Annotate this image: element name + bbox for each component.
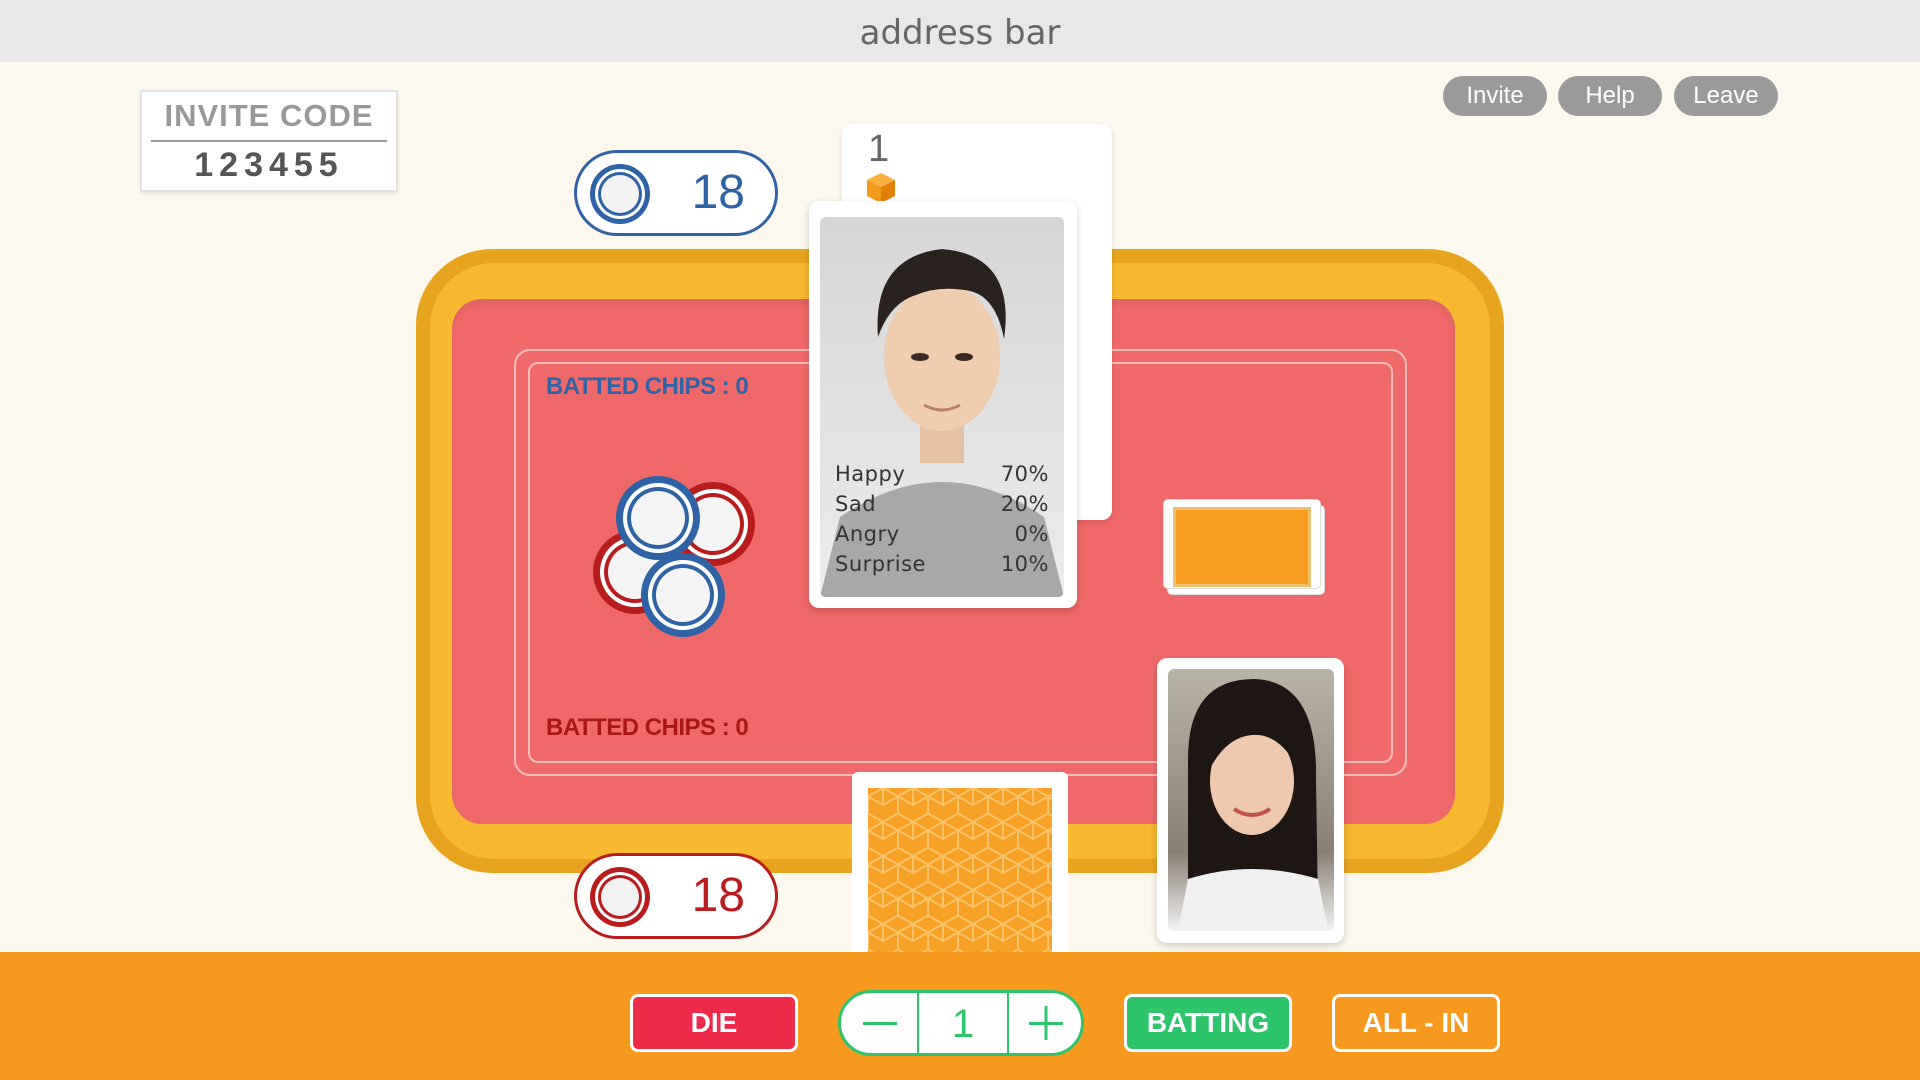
emotion-readout: Happy 70% Sad 20% Angry 0% Surprise 10% — [835, 459, 1049, 579]
orange-cube-icon — [867, 173, 895, 203]
blue-chip — [616, 476, 700, 560]
plus-icon — [1029, 1006, 1063, 1040]
invite-code-label: INVITE CODE — [164, 98, 374, 133]
opponent-chip-counter: 18 — [574, 150, 778, 236]
emotion-row: Happy 70% — [835, 459, 1049, 489]
address-bar[interactable]: address bar — [0, 0, 1920, 62]
minus-icon — [863, 1022, 897, 1025]
batting-button[interactable]: BATTING — [1124, 994, 1292, 1052]
player-video — [1157, 658, 1344, 943]
invite-code-value: 123455 — [194, 146, 344, 184]
decrease-bet-button[interactable] — [841, 993, 917, 1053]
card-back-stack — [1163, 499, 1325, 595]
emotion-value: 20% — [1000, 492, 1049, 516]
player-chip-counter: 18 — [574, 853, 778, 939]
increase-bet-button[interactable] — [1009, 993, 1084, 1053]
emotion-label: Happy — [835, 462, 906, 486]
blue-chip-icon — [590, 164, 650, 224]
emotion-label: Surprise — [835, 552, 926, 576]
emotion-label: Angry — [835, 522, 900, 546]
opponent-chip-count: 18 — [691, 166, 745, 219]
player-photo — [1168, 669, 1334, 931]
card-back-face — [1173, 507, 1311, 587]
red-chip-icon — [590, 867, 650, 927]
invite-code-box: INVITE CODE 123455 — [140, 90, 398, 192]
address-bar-text: address bar — [859, 13, 1061, 53]
emotion-label: Sad — [835, 492, 877, 516]
emotion-value: 10% — [1000, 552, 1049, 576]
bet-stepper: 1 — [838, 990, 1084, 1056]
help-button[interactable]: Help — [1558, 76, 1662, 116]
bet-amount[interactable]: 1 — [919, 993, 1007, 1053]
draw-deck[interactable] — [852, 772, 1068, 952]
die-button[interactable]: DIE — [630, 994, 798, 1052]
player-batted-chips: BATTED CHIPS : 0 — [546, 714, 749, 741]
opponent-card-number: 1 — [868, 128, 890, 170]
card-back-pattern — [868, 788, 1052, 952]
emotion-row: Surprise 10% — [835, 549, 1049, 579]
leave-button[interactable]: Leave — [1674, 76, 1778, 116]
opponent-batted-chips: BATTED CHIPS : 0 — [546, 373, 749, 400]
invite-code-divider — [151, 140, 387, 142]
emotion-value: 0% — [1014, 522, 1049, 546]
emotion-row: Sad 20% — [835, 489, 1049, 519]
opponent-video: Happy 70% Sad 20% Angry 0% Surprise 10% — [809, 201, 1077, 608]
blue-chip — [641, 553, 725, 637]
invite-button[interactable]: Invite — [1443, 76, 1547, 116]
player-chip-count: 18 — [691, 869, 745, 922]
chip-pile — [593, 476, 755, 637]
all-in-button[interactable]: ALL - IN — [1332, 994, 1500, 1052]
emotion-row: Angry 0% — [835, 519, 1049, 549]
emotion-value: 70% — [1000, 462, 1049, 486]
